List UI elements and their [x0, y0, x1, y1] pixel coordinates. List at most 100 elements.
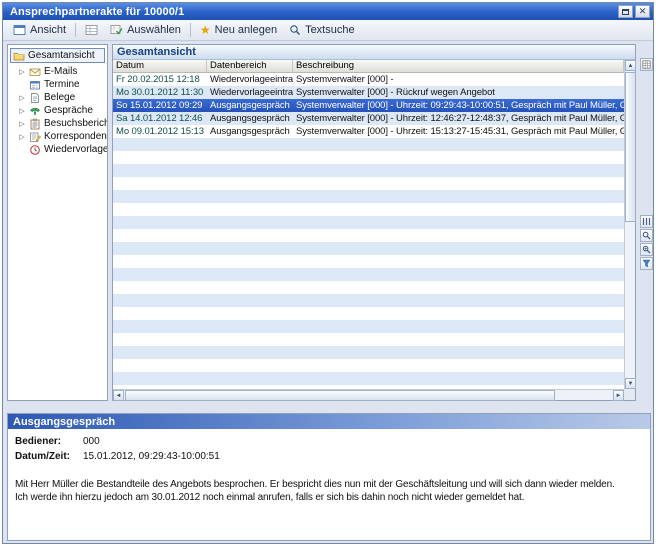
columns-button[interactable] — [640, 215, 653, 228]
cell-beschreibung: Systemverwalter [000] - Uhrzeit: 15:13:2… — [293, 125, 624, 138]
cell-datum: Sa 14.01.2012 12:46 — [113, 112, 207, 125]
cell-datum: Mo 09.01.2012 15:13 — [113, 125, 207, 138]
expand-arrow-icon[interactable]: ▷ — [18, 94, 26, 102]
sidebar-item-termine[interactable]: Termine — [9, 78, 106, 91]
columns-icon — [642, 217, 651, 226]
note-line: Mit Herr Müller die Bestandteile des Ang… — [15, 478, 643, 491]
auswaehlen-label: Auswählen — [127, 24, 181, 36]
sidebar-item-label: Korrespondenzen — [44, 131, 108, 142]
sidebar-item-besuchsberichte[interactable]: ▷ Besuchsberichte — [9, 117, 106, 130]
view-window-icon — [13, 24, 26, 36]
scroll-right-icon: ► — [616, 393, 622, 399]
cell-datenbereich: Ausgangsgespräch — [207, 99, 293, 112]
toolbar: Ansicht Auswählen ★ Neu anlegen Textsuch… — [3, 20, 653, 41]
cell-beschreibung: Systemverwalter [000] - Uhrzeit: 09:29:4… — [293, 99, 624, 112]
sidebar-item-wiedervorlagen[interactable]: Wiedervorlagen — [9, 143, 106, 156]
calendar-icon — [29, 79, 41, 91]
zoom-icon — [642, 245, 651, 254]
detail-field-datum-zeit: Datum/Zeit: 15.01.2012, 09:29:43-10:00:5… — [15, 449, 643, 464]
new-icon: ★ — [200, 24, 211, 36]
scroll-down-button[interactable]: ▼ — [625, 378, 636, 389]
table-row[interactable]: Fr 20.02.2015 12:18 Wiedervorlageeintrag… — [113, 73, 624, 86]
cell-datum: So 15.01.2012 09:29 — [113, 99, 207, 112]
vertical-scrollbar[interactable]: ▲ ▼ — [624, 60, 635, 389]
scroll-left-icon: ◄ — [116, 393, 122, 399]
scroll-left-button[interactable]: ◄ — [113, 390, 124, 401]
filter-icon — [642, 259, 651, 268]
list-title-bar: Gesamtansicht — [113, 45, 635, 60]
expand-arrow-icon[interactable]: ▷ — [18, 133, 26, 141]
sidebar-item-label: E-Mails — [44, 66, 77, 77]
envelope-icon — [29, 66, 41, 78]
zoom-button[interactable] — [640, 243, 653, 256]
column-header-beschreibung[interactable]: Beschreibung — [293, 60, 624, 72]
cell-datum: Fr 20.02.2015 12:18 — [113, 73, 207, 86]
table-row[interactable]: Sa 14.01.2012 12:46 Ausgangsgespräch Sys… — [113, 112, 624, 125]
table-header: Datum Datenbereich Beschreibung — [113, 60, 624, 73]
horizontal-scrollbar[interactable]: ◄ ► — [113, 389, 624, 400]
scrollbar-corner — [624, 389, 635, 400]
note-line: Ich werde ihn hierzu jedoch am 30.01.201… — [15, 491, 643, 504]
sidebar-item-label: Termine — [44, 79, 80, 90]
list-title: Gesamtansicht — [117, 46, 196, 58]
detail-panel: Ausgangsgespräch Bediener: 000 Datum/Zei… — [7, 413, 651, 541]
column-header-datum[interactable]: Datum — [113, 60, 207, 72]
toolbar-separator — [190, 23, 191, 37]
ansicht-button[interactable]: Ansicht — [7, 22, 72, 39]
field-label: Bediener: — [15, 434, 83, 449]
search-list-button[interactable] — [640, 229, 653, 242]
tree-root-label: Gesamtansicht — [28, 50, 95, 61]
cell-datenbereich: Wiedervorlageeintrag — [207, 73, 293, 86]
cell-datenbereich: Wiedervorlageeintrag — [207, 86, 293, 99]
cell-datenbereich: Ausgangsgespräch — [207, 112, 293, 125]
cell-datum: Mo 30.01.2012 11:30 — [113, 86, 207, 99]
grid-icon — [642, 60, 651, 69]
expand-arrow-icon[interactable]: ▷ — [18, 68, 26, 76]
restore-icon — [622, 9, 629, 15]
sidebar-item-emails[interactable]: ▷ E-Mails — [9, 65, 106, 78]
titlebar[interactable]: Ansprechpartnerakte für 10000/1 ✕ — [3, 3, 653, 20]
sidebar-item-korrespondenzen[interactable]: ▷ Korrespondenzen — [9, 130, 106, 143]
column-chooser-button[interactable] — [640, 58, 653, 71]
cell-beschreibung: Systemverwalter [000] - Uhrzeit: 12:46:2… — [293, 112, 624, 125]
detail-field-bediener: Bediener: 000 — [15, 434, 643, 449]
horizontal-scroll-thumb[interactable] — [125, 390, 555, 401]
tree-root-gesamtansicht[interactable]: Gesamtansicht — [10, 48, 105, 63]
table-row[interactable]: Mo 09.01.2012 15:13 Ausgangsgespräch Sys… — [113, 125, 624, 138]
select-check-icon — [110, 24, 123, 36]
filter-button[interactable] — [640, 257, 653, 270]
expand-arrow-icon[interactable]: ▷ — [18, 120, 26, 128]
toolbar-separator — [75, 23, 76, 37]
scroll-down-icon: ▼ — [628, 381, 634, 387]
field-value: 15.01.2012, 09:29:43-10:00:51 — [83, 449, 220, 464]
field-label: Datum/Zeit: — [15, 449, 83, 464]
sidebar-item-gespraeche[interactable]: ▷ Gespräche — [9, 104, 106, 117]
field-value: 000 — [83, 434, 100, 449]
sidebar-item-belege[interactable]: ▷ Belege — [9, 91, 106, 104]
auswaehlen-button[interactable]: Auswählen — [104, 22, 187, 39]
vertical-scroll-thumb[interactable] — [625, 72, 636, 222]
cell-beschreibung: Systemverwalter [000] - — [293, 73, 624, 86]
detail-title: Ausgangsgespräch — [13, 416, 115, 428]
table-row-selected[interactable]: So 15.01.2012 09:29 Ausgangsgespräch Sys… — [113, 99, 624, 112]
list-icon — [85, 24, 98, 36]
restore-button[interactable] — [618, 5, 633, 18]
close-icon: ✕ — [639, 6, 647, 17]
list-side-toolbar — [640, 44, 653, 401]
table-body: Fr 20.02.2015 12:18 Wiedervorlageeintrag… — [113, 73, 624, 389]
scroll-right-button[interactable]: ► — [613, 390, 624, 401]
neu-anlegen-button[interactable]: ★ Neu anlegen — [194, 22, 283, 39]
sidebar-tree: Gesamtansicht ▷ E-Mails Termine ▷ Belege… — [7, 44, 108, 401]
cell-beschreibung: Systemverwalter [000] - Rückruf wegen An… — [293, 86, 624, 99]
table-row[interactable]: Mo 30.01.2012 11:30 Wiedervorlageeintrag… — [113, 86, 624, 99]
textsuche-button[interactable]: Textsuche — [283, 22, 361, 39]
list-view-button[interactable] — [79, 22, 104, 39]
folder-icon — [13, 50, 25, 62]
sidebar-item-label: Wiedervorlagen — [44, 144, 108, 155]
clipboard-icon — [29, 118, 41, 130]
scroll-up-button[interactable]: ▲ — [625, 60, 636, 71]
sidebar-item-label: Gespräche — [44, 105, 93, 116]
close-button[interactable]: ✕ — [635, 5, 650, 18]
expand-arrow-icon[interactable]: ▷ — [18, 107, 26, 115]
column-header-datenbereich[interactable]: Datenbereich — [207, 60, 293, 72]
